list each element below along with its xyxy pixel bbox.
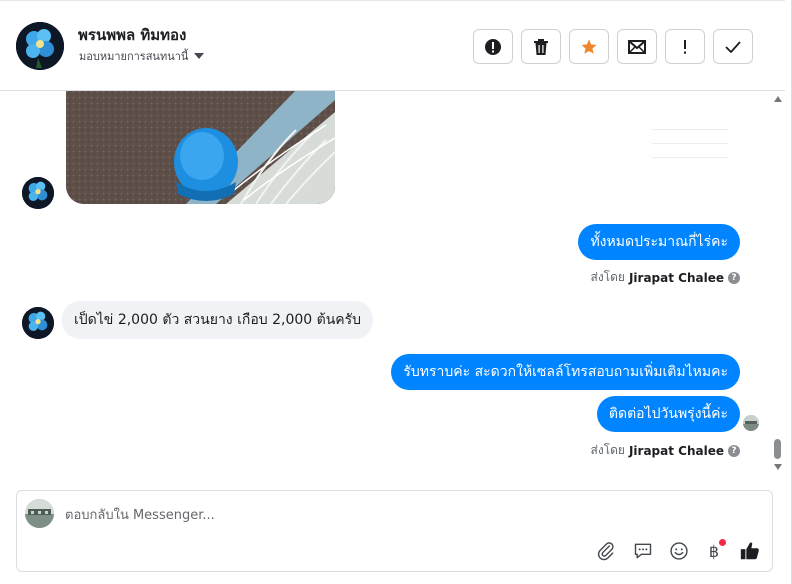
contact-name: พรนพพล ทิมทอง	[78, 26, 187, 44]
agent-avatar	[25, 499, 54, 528]
mark-unread-button[interactable]	[617, 29, 657, 64]
saved-reply-icon	[634, 543, 652, 559]
trash-icon	[534, 38, 548, 55]
outgoing-message[interactable]: รับทราบค่ะ สะดวกให้เซลล์โทรสอบถามเพิ่มเต…	[391, 354, 740, 390]
exclamation-icon	[684, 39, 686, 54]
agent-name: Jirapat Chalee	[628, 270, 724, 285]
outgoing-message[interactable]: ติดต่อไปวันพรุ่งนี้ค่ะ	[596, 396, 740, 432]
reply-composer: ฿	[16, 490, 773, 572]
image-attachment[interactable]	[66, 91, 335, 204]
star-button[interactable]	[569, 29, 609, 64]
scroll-up-arrow-icon[interactable]	[774, 96, 782, 102]
message-thread[interactable]: ทั้งหมดประมาณกี่ไร่คะ ส่งโดย Jirapat Cha…	[0, 91, 770, 478]
mark-done-button[interactable]	[713, 29, 753, 64]
like-button[interactable]	[738, 539, 762, 563]
sent-by-label: ส่งโดย Jirapat Chalee ?	[590, 268, 740, 287]
payment-button[interactable]: ฿	[702, 539, 726, 563]
emoji-button[interactable]	[667, 539, 691, 563]
exclamation-circle-icon	[485, 38, 501, 55]
outgoing-message[interactable]: ทั้งหมดประมาณกี่ไร่คะ	[578, 224, 740, 260]
thumbs-up-icon	[740, 542, 759, 560]
help-icon[interactable]: ?	[728, 444, 740, 457]
sent-by-label: ส่งโดย Jirapat Chalee ?	[590, 441, 740, 460]
conversation-panel: พรนพพล ทิมทอง มอบหมายการสนทนานี้ ทั้งหมด…	[0, 0, 792, 584]
mark-important-button[interactable]	[665, 29, 705, 64]
baht-icon: ฿	[708, 541, 720, 561]
star-icon	[581, 39, 597, 54]
placeholder-lines	[652, 129, 728, 171]
scroll-thumb[interactable]	[774, 439, 781, 459]
assign-conversation-dropdown[interactable]: มอบหมายการสนทนานี้	[79, 47, 205, 65]
conversation-header: พรนพพล ทิมทอง มอบหมายการสนทนานี้	[0, 0, 785, 91]
sender-avatar	[22, 307, 54, 339]
delete-button[interactable]	[521, 29, 561, 64]
seen-indicator-avatar	[743, 415, 759, 431]
caret-down-icon	[194, 53, 205, 59]
reply-input[interactable]	[65, 503, 755, 527]
agent-name: Jirapat Chalee	[628, 443, 724, 458]
help-icon[interactable]: ?	[728, 271, 740, 284]
contact-avatar[interactable]	[16, 22, 64, 70]
scroll-down-arrow-icon[interactable]	[774, 464, 782, 470]
notification-dot	[719, 539, 726, 546]
attach-button[interactable]	[594, 539, 618, 563]
sender-avatar	[22, 177, 54, 209]
report-spam-button[interactable]	[473, 29, 513, 64]
sent-by-prefix: ส่งโดย	[590, 443, 625, 457]
emoji-icon	[670, 542, 688, 560]
incoming-message[interactable]: เป็ดไข่ 2,000 ตัว สวนยาง เกือบ 2,000 ต้น…	[62, 301, 374, 339]
envelope-icon	[628, 39, 646, 54]
assign-label: มอบหมายการสนทนานี้	[79, 50, 189, 63]
check-icon	[725, 40, 741, 53]
paperclip-icon	[597, 542, 614, 561]
saved-replies-button[interactable]	[631, 539, 655, 563]
sent-by-prefix: ส่งโดย	[590, 270, 625, 284]
thread-scrollbar[interactable]	[770, 91, 785, 478]
